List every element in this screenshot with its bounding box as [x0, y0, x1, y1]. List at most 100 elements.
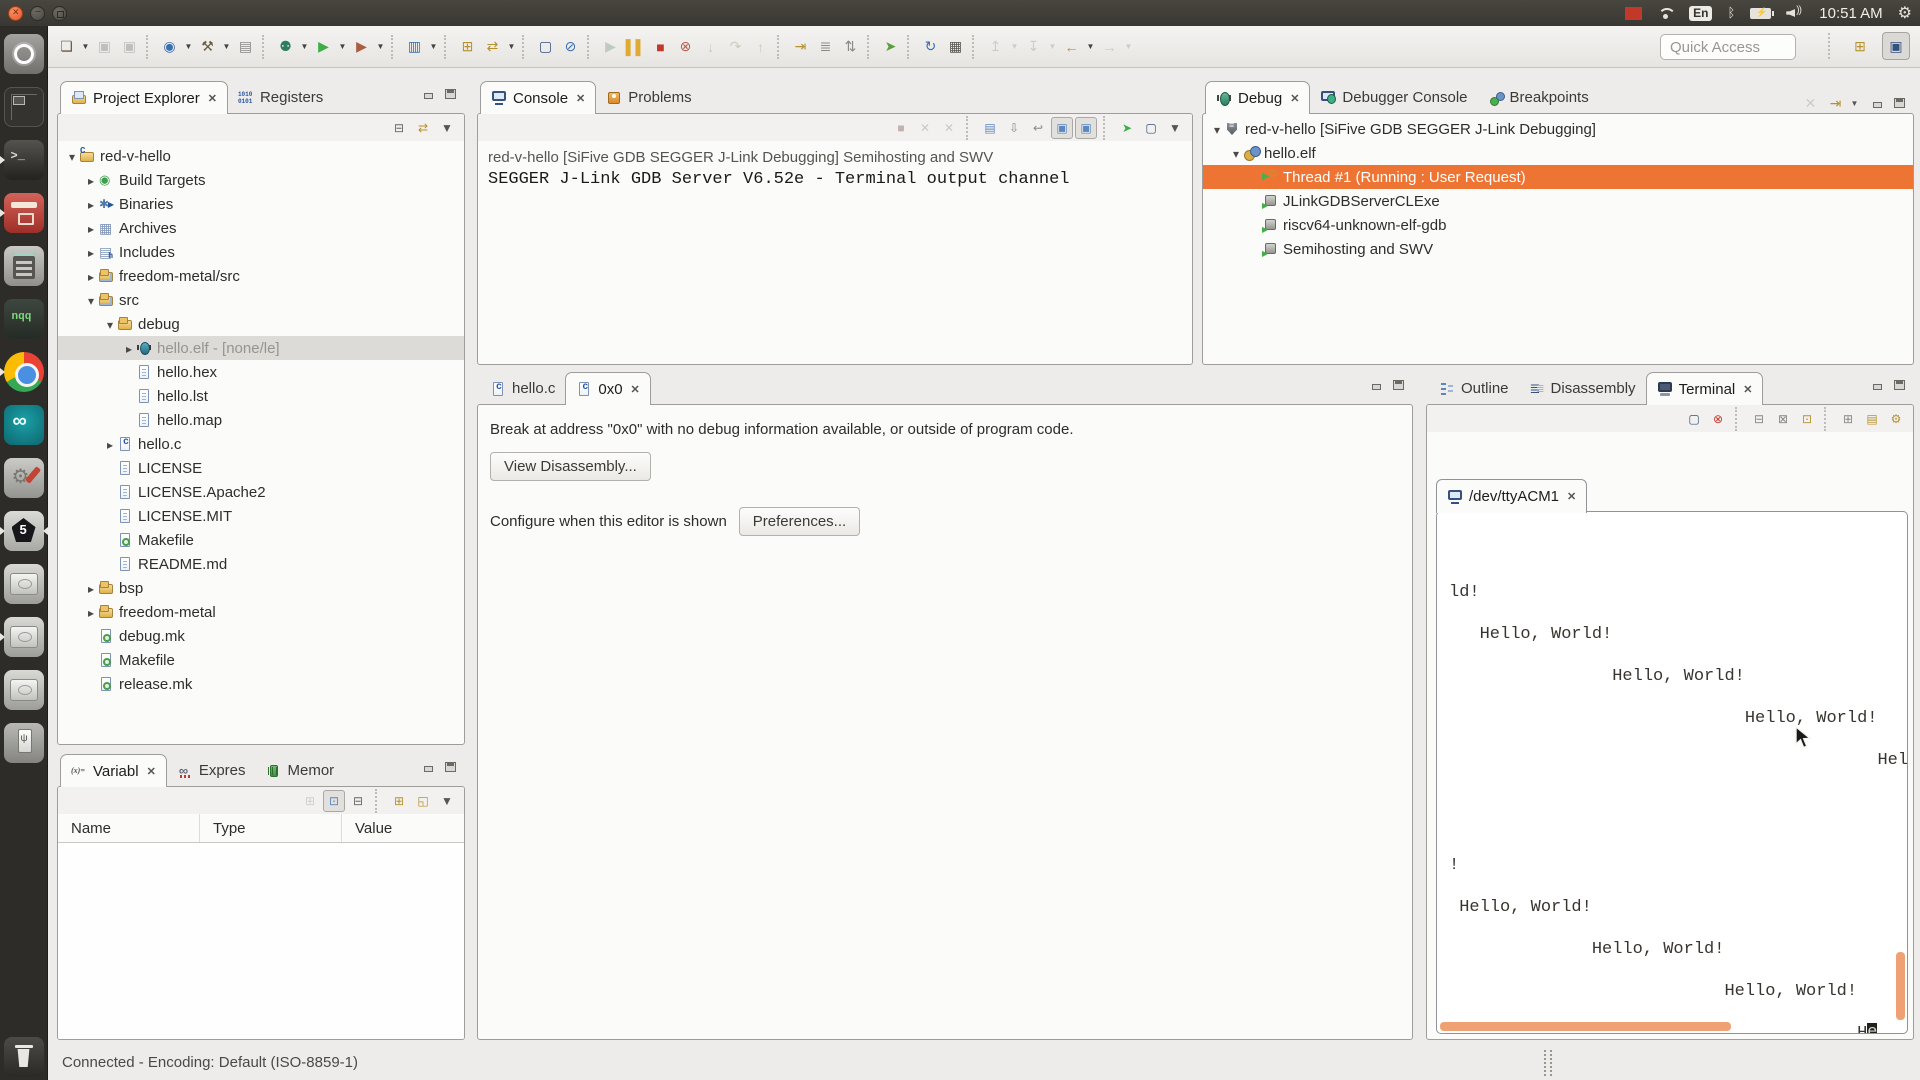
- trash-icon[interactable]: [0, 1037, 48, 1077]
- remove-launch-button[interactable]: ✕: [914, 117, 936, 139]
- scroll-lock-button[interactable]: ⇩: [1003, 117, 1025, 139]
- run-button[interactable]: ▶: [311, 33, 336, 61]
- minimize-view-button[interactable]: [1872, 380, 1883, 390]
- copy-button[interactable]: ⊞: [1837, 408, 1859, 430]
- menu-item[interactable]: [159, 10, 185, 16]
- disconnect-button[interactable]: ⊗: [673, 33, 698, 61]
- profile-button[interactable]: ➤: [878, 33, 903, 61]
- new-menu[interactable]: ▼: [79, 33, 92, 61]
- next-annotation-button[interactable]: ↧: [1021, 33, 1046, 61]
- view-tab[interactable]: Expres: [167, 755, 256, 786]
- step-return-button[interactable]: ↑: [748, 33, 773, 61]
- project-tree-item[interactable]: LICENSE.MIT: [58, 504, 464, 528]
- expand-arrow-icon[interactable]: [103, 436, 117, 453]
- instruction-stepping-button[interactable]: ⇥: [1823, 89, 1848, 117]
- project-tree-item[interactable]: Includes: [58, 240, 464, 264]
- view-tab[interactable]: Debugger Console: [1310, 82, 1477, 113]
- disk-utility-3-icon[interactable]: [0, 670, 48, 710]
- link-with-editor-button[interactable]: ⇄: [412, 117, 434, 139]
- view-menu[interactable]: ▼: [436, 117, 458, 139]
- build-log-button[interactable]: ▤: [233, 33, 258, 61]
- save-all-button[interactable]: ▣: [117, 33, 142, 61]
- show-console-button[interactable]: ≣: [813, 33, 838, 61]
- view-tab[interactable]: Debug: [1205, 81, 1310, 114]
- project-tree-item[interactable]: hello.map: [58, 408, 464, 432]
- project-tree-item[interactable]: Makefile: [58, 528, 464, 552]
- debug-button[interactable]: ⚉: [273, 33, 298, 61]
- horizontal-scrollbar[interactable]: [1440, 1022, 1731, 1031]
- paste-button[interactable]: ▤: [1861, 408, 1883, 430]
- sash-drag-handle[interactable]: [1544, 1050, 1552, 1076]
- remove-terminated-button[interactable]: ✕: [1798, 89, 1823, 117]
- project-tree-item[interactable]: hello.hex: [58, 360, 464, 384]
- back-menu[interactable]: ▼: [1084, 33, 1097, 61]
- window-minimize-button[interactable]: [30, 6, 45, 21]
- scroll-lock-button[interactable]: ⊟: [1748, 408, 1770, 430]
- system-tools-app-icon[interactable]: [0, 458, 48, 498]
- disk-utility-1-icon[interactable]: [0, 564, 48, 604]
- project-tree-item[interactable]: src: [58, 288, 464, 312]
- minimize-view-button[interactable]: [423, 89, 434, 99]
- new-wizard-button[interactable]: ❏: [54, 33, 79, 61]
- dash-home-icon[interactable]: [0, 34, 48, 74]
- project-tree-item[interactable]: release.mk: [58, 672, 464, 696]
- save-button[interactable]: ▣: [92, 33, 117, 61]
- expand-arrow-icon[interactable]: [84, 292, 98, 309]
- editor-tab[interactable]: 0x0: [565, 372, 650, 405]
- preferences-button[interactable]: Preferences...: [739, 507, 860, 536]
- project-tree-item[interactable]: debug: [58, 312, 464, 336]
- run-menu[interactable]: ▼: [336, 33, 349, 61]
- battery-icon[interactable]: [1750, 8, 1771, 19]
- word-wrap-button[interactable]: ↩: [1027, 117, 1049, 139]
- debug-tree-item[interactable]: JLinkGDBServerCLExe: [1203, 189, 1913, 213]
- project-tree-item[interactable]: hello.elf - [none/le]: [58, 336, 464, 360]
- usb-drive-icon[interactable]: [0, 723, 48, 763]
- bluetooth-icon[interactable]: ᛒ: [1727, 6, 1735, 21]
- expand-arrow-icon[interactable]: [84, 268, 98, 285]
- console-menu[interactable]: ▼: [1164, 117, 1186, 139]
- collapse-all-button[interactable]: ⊟: [347, 790, 369, 812]
- column-header-type[interactable]: Type: [200, 814, 342, 842]
- project-tree-item[interactable]: Build Targets: [58, 168, 464, 192]
- debug-tree-item[interactable]: hello.elf: [1203, 141, 1913, 165]
- debug-config-menu[interactable]: ▼: [182, 33, 195, 61]
- clock[interactable]: 10:51 AM: [1819, 5, 1882, 22]
- show-stderr-button[interactable]: ▣: [1075, 117, 1097, 139]
- scroll-on-output-button[interactable]: ▣: [1051, 117, 1073, 139]
- open-perspective-button[interactable]: ⊞: [1846, 32, 1874, 60]
- sifive-tools-button[interactable]: ▥: [402, 33, 427, 61]
- last-annotation-menu[interactable]: ▼: [1008, 33, 1021, 61]
- variables-table-body[interactable]: [58, 843, 464, 1039]
- disk-utility-2-icon[interactable]: [0, 617, 48, 657]
- project-tree-item[interactable]: hello.c: [58, 432, 464, 456]
- debug-tree-item[interactable]: Thread #1 (Running : User Request): [1203, 165, 1913, 189]
- resume-button[interactable]: ▶: [598, 33, 623, 61]
- view-tab[interactable]: Registers: [228, 82, 333, 113]
- back-button[interactable]: ←: [1059, 33, 1084, 61]
- clear-terminal-button[interactable]: ⊠: [1772, 408, 1794, 430]
- debug-tree-item[interactable]: red-v-hello [SiFive GDB SEGGER J-Link De…: [1203, 117, 1913, 141]
- refresh-button[interactable]: ↻: [918, 33, 943, 61]
- debug-perspective-button[interactable]: ▣: [1882, 32, 1910, 60]
- keyboard-layout-indicator[interactable]: En: [1689, 6, 1712, 21]
- step-into-button[interactable]: ↓: [698, 33, 723, 61]
- project-tree-item[interactable]: README.md: [58, 552, 464, 576]
- editor-tab[interactable]: hello.c: [480, 373, 565, 404]
- column-header-name[interactable]: Name: [58, 814, 200, 842]
- step-filters-button[interactable]: ⇅: [838, 33, 863, 61]
- expand-arrow-icon[interactable]: [122, 340, 136, 357]
- skip-breakpoints-button[interactable]: ⊘: [558, 33, 583, 61]
- close-tab-icon[interactable]: [1567, 490, 1576, 503]
- project-tree-item[interactable]: bsp: [58, 576, 464, 600]
- clear-console-button[interactable]: ▤: [979, 117, 1001, 139]
- calculator-app-icon[interactable]: [0, 246, 48, 286]
- vertical-scrollbar[interactable]: [1896, 952, 1905, 1020]
- view-tab[interactable]: Breakpoints: [1478, 82, 1599, 113]
- menu-item[interactable]: [81, 10, 107, 16]
- view-tab[interactable]: Terminal: [1646, 372, 1764, 405]
- debug-config-button[interactable]: ◉: [157, 33, 182, 61]
- expand-arrow-icon[interactable]: [84, 196, 98, 213]
- display-console-button[interactable]: ▢: [1140, 117, 1162, 139]
- next-annotation-menu[interactable]: ▼: [1046, 33, 1059, 61]
- open-terminal-button[interactable]: ▢: [1683, 408, 1705, 430]
